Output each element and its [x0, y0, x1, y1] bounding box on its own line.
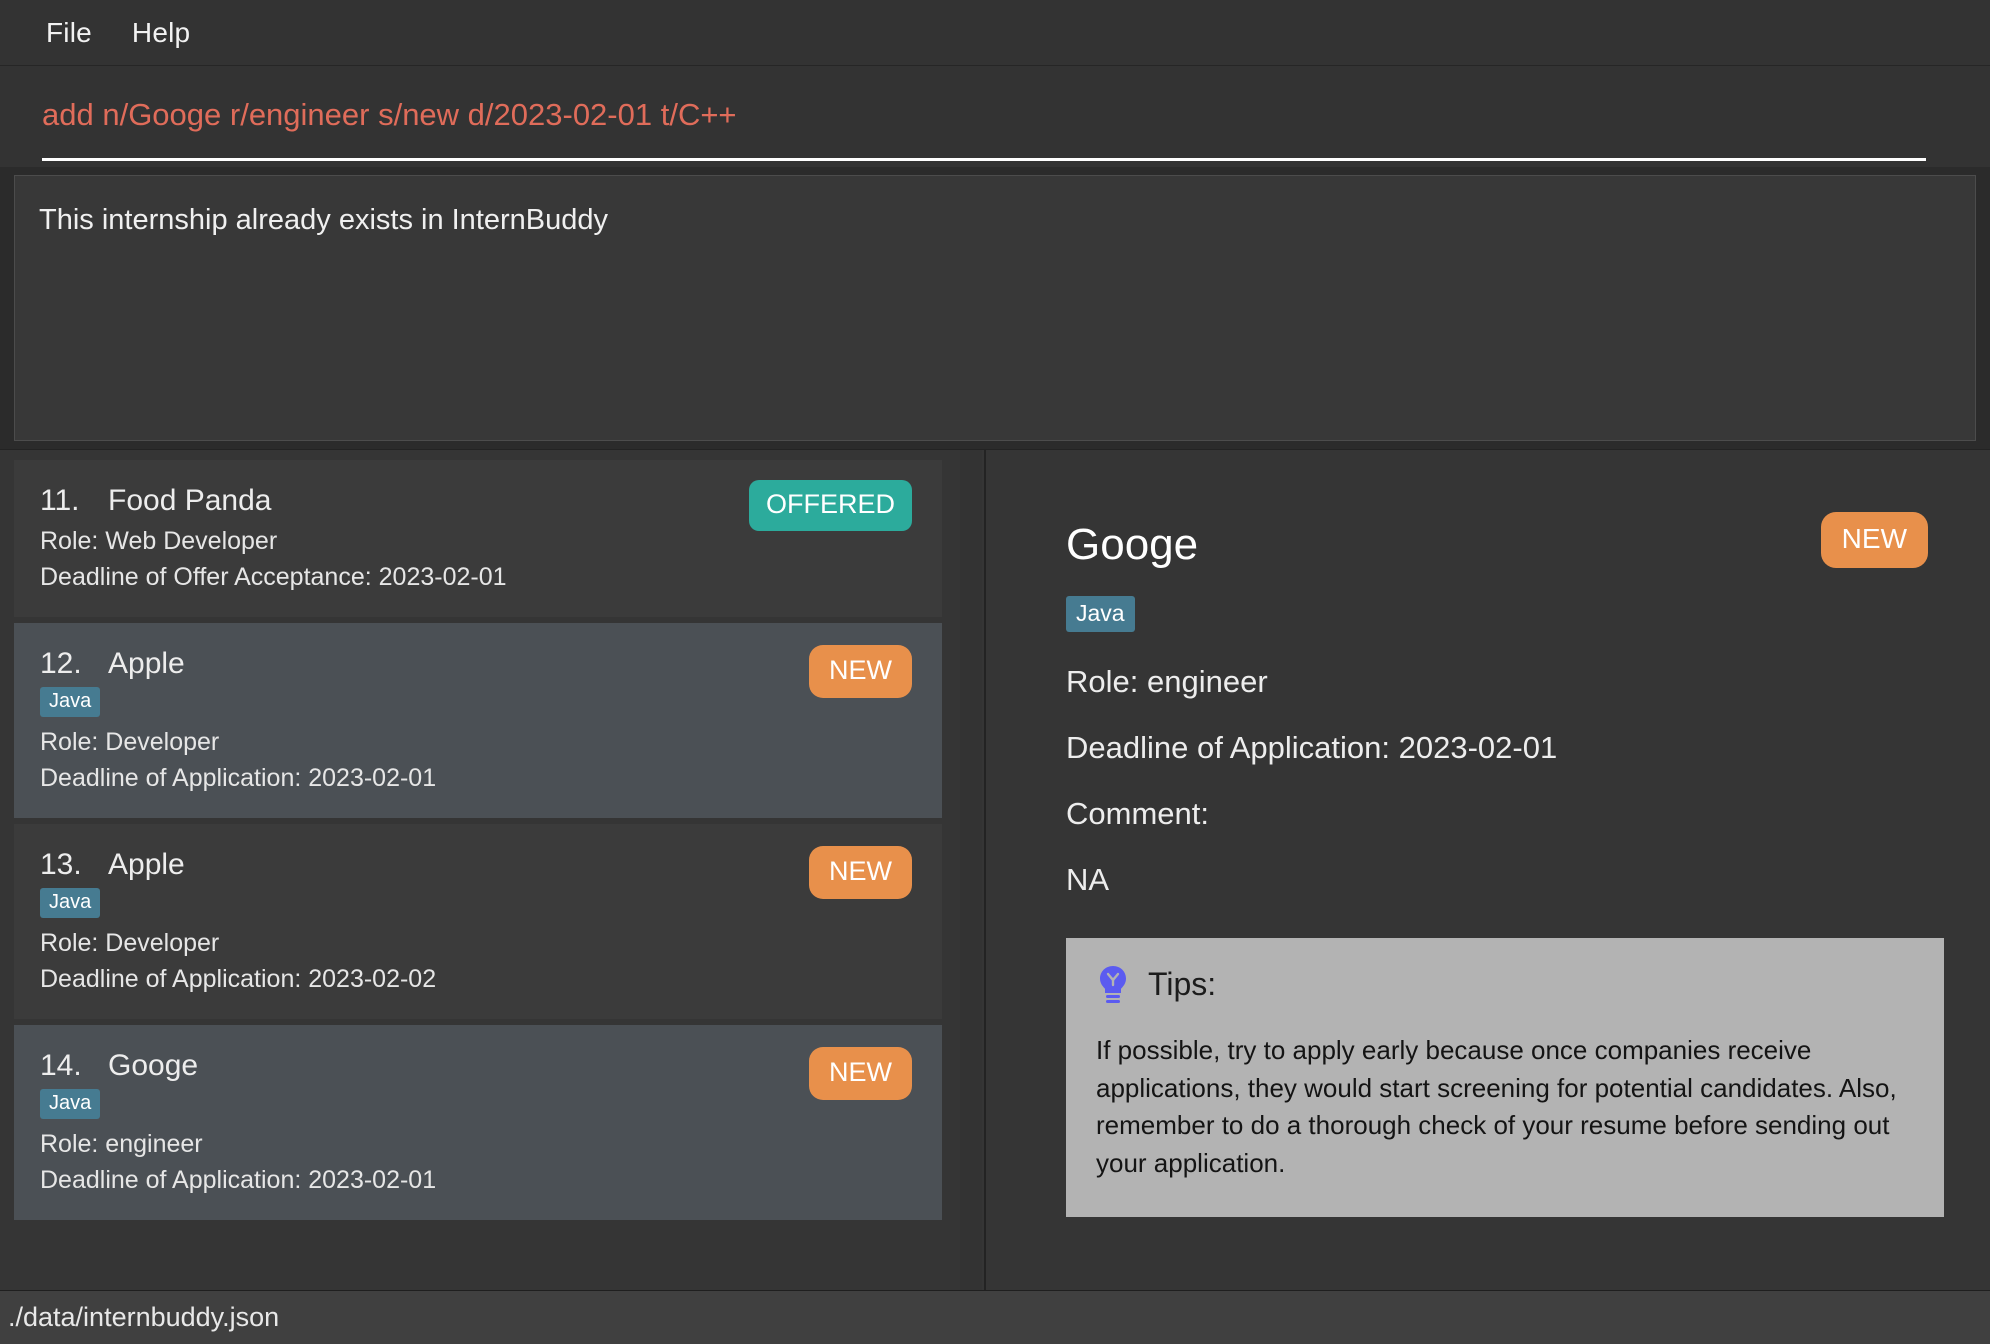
status-bar: ./data/internbuddy.json	[0, 1290, 1990, 1344]
detail-company-name: Googe	[1066, 520, 1910, 570]
detail-role: Role: engineer	[1066, 664, 1910, 700]
internship-list: 11. Food Panda Role: Web Developer Deadl…	[14, 460, 984, 1290]
detail-status-badge: NEW	[1821, 512, 1928, 568]
card-tag: Java	[40, 687, 100, 717]
list-item[interactable]: 11. Food Panda Role: Web Developer Deadl…	[14, 460, 942, 617]
card-deadline: Deadline of Offer Acceptance: 2023-02-01	[40, 560, 916, 596]
card-deadline: Deadline of Application: 2023-02-01	[40, 1163, 916, 1199]
card-role: Role: engineer	[40, 1127, 916, 1163]
command-input[interactable]	[42, 92, 1948, 138]
card-deadline: Deadline of Application: 2023-02-01	[40, 761, 916, 797]
card-company: Apple	[108, 647, 185, 681]
main-split: 11. Food Panda Role: Web Developer Deadl…	[0, 449, 1990, 1290]
detail-comment-label: Comment:	[1066, 796, 1910, 832]
card-company: Food Panda	[108, 484, 271, 518]
result-display-wrapper: This internship already exists in Intern…	[0, 167, 1990, 449]
tips-body: If possible, try to apply early because …	[1096, 1032, 1914, 1183]
list-item[interactable]: 13. Apple Java Role: Developer Deadline …	[14, 824, 942, 1019]
lightbulb-icon	[1096, 964, 1130, 1004]
result-display-box: This internship already exists in Intern…	[14, 175, 1976, 441]
status-badge: NEW	[809, 1047, 912, 1100]
card-deadline: Deadline of Application: 2023-02-02	[40, 962, 916, 998]
internship-list-panel[interactable]: 11. Food Panda Role: Web Developer Deadl…	[0, 450, 986, 1290]
result-message: This internship already exists in Intern…	[39, 202, 1951, 240]
card-index: 11.	[40, 484, 86, 518]
status-badge: NEW	[809, 846, 912, 899]
internship-detail-panel: NEW Googe Java Role: engineer Deadline o…	[986, 450, 1990, 1290]
card-role: Role: Developer	[40, 926, 916, 962]
card-index: 13.	[40, 848, 86, 882]
card-tag: Java	[40, 888, 100, 918]
command-underline-wrap	[0, 158, 1990, 167]
card-title: 12. Apple	[40, 647, 916, 681]
card-title: 13. Apple	[40, 848, 916, 882]
list-scrollbar[interactable]	[960, 450, 982, 1290]
menu-item-file[interactable]: File	[26, 11, 112, 55]
card-tag: Java	[40, 1089, 100, 1119]
card-title: 14. Googe	[40, 1049, 916, 1083]
card-index: 12.	[40, 647, 86, 681]
detail-deadline: Deadline of Application: 2023-02-01	[1066, 730, 1910, 766]
app-window: File Help This internship already exists…	[0, 0, 1990, 1344]
card-index: 14.	[40, 1049, 86, 1083]
status-file-path: ./data/internbuddy.json	[8, 1302, 279, 1333]
card-company: Googe	[108, 1049, 198, 1083]
card-role: Role: Developer	[40, 725, 916, 761]
tips-label: Tips:	[1148, 966, 1216, 1003]
detail-tag: Java	[1066, 596, 1135, 632]
detail-comment-value: NA	[1066, 862, 1910, 898]
status-badge: OFFERED	[749, 480, 912, 531]
tips-header: Tips:	[1096, 964, 1914, 1004]
status-badge: NEW	[809, 645, 912, 698]
tips-box: Tips: If possible, try to apply early be…	[1066, 938, 1944, 1217]
menu-bar: File Help	[0, 0, 1990, 66]
list-item[interactable]: 12. Apple Java Role: Developer Deadline …	[14, 623, 942, 818]
command-area	[0, 66, 1990, 158]
list-item[interactable]: 14. Googe Java Role: engineer Deadline o…	[14, 1025, 942, 1220]
command-underline	[42, 158, 1926, 161]
card-company: Apple	[108, 848, 185, 882]
menu-item-help[interactable]: Help	[112, 11, 210, 55]
